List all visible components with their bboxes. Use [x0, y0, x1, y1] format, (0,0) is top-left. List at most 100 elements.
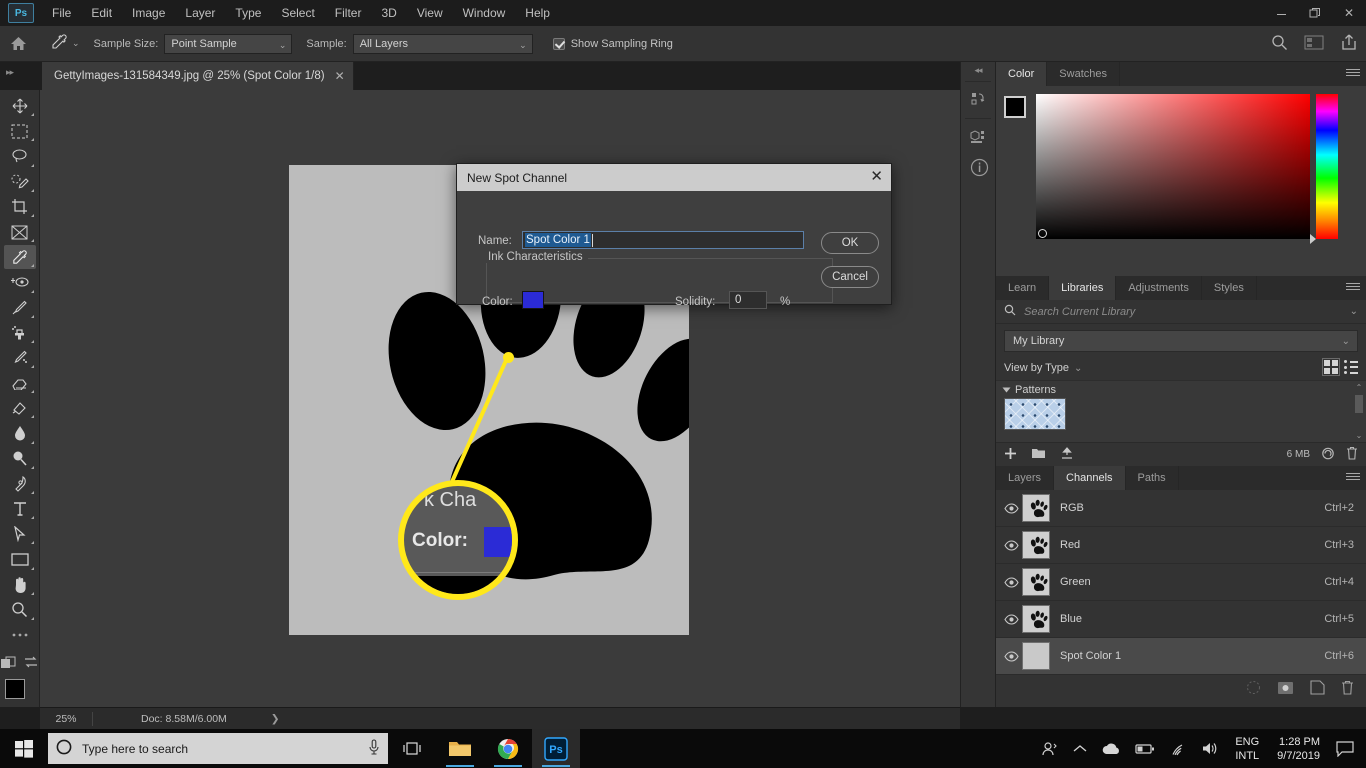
foreground-color-swatch[interactable]: [1004, 96, 1026, 118]
tab-channels[interactable]: Channels: [1054, 466, 1126, 490]
disclosure-triangle-icon[interactable]: [1002, 387, 1011, 393]
home-icon[interactable]: [0, 26, 36, 62]
more-tools[interactable]: [4, 623, 36, 647]
info-icon[interactable]: [961, 152, 997, 182]
quick-selection-tool[interactable]: [4, 170, 36, 194]
pen-tool[interactable]: [4, 472, 36, 496]
color-field[interactable]: [1036, 94, 1310, 239]
clone-stamp-tool[interactable]: [4, 321, 36, 345]
tab-paths[interactable]: Paths: [1126, 466, 1179, 490]
eye-icon[interactable]: [1000, 613, 1022, 625]
search-icon[interactable]: [1271, 34, 1288, 54]
tabbar-left-arrows[interactable]: ▸▸: [6, 67, 14, 78]
upload-icon[interactable]: [1060, 446, 1074, 463]
tab-styles[interactable]: Styles: [1202, 276, 1257, 300]
eye-icon[interactable]: [1000, 539, 1022, 551]
menu-3d[interactable]: 3D: [371, 2, 406, 24]
save-selection-icon[interactable]: [1277, 681, 1294, 698]
menu-type[interactable]: Type: [225, 2, 271, 24]
language-indicator[interactable]: ENG INTL: [1227, 735, 1267, 763]
rectangular-marquee-tool[interactable]: [4, 119, 36, 143]
gradient-tool[interactable]: [4, 396, 36, 420]
tab-adjustments[interactable]: Adjustments: [1116, 276, 1202, 300]
windows-start-icon[interactable]: [0, 729, 48, 768]
onedrive-cloud-icon[interactable]: [1095, 729, 1127, 768]
file-explorer-icon[interactable]: [436, 729, 484, 768]
foreground-color-swatch[interactable]: [4, 679, 25, 700]
cancel-button[interactable]: Cancel: [821, 266, 879, 288]
menu-view[interactable]: View: [407, 2, 453, 24]
sample-size-select[interactable]: Point Sample ⌄: [164, 33, 293, 54]
sample-select[interactable]: All Layers ⌄: [352, 33, 533, 54]
solidity-input[interactable]: 0: [729, 291, 767, 309]
eye-icon[interactable]: [1000, 576, 1022, 588]
close-icon[interactable]: ✕: [335, 69, 345, 83]
history-icon[interactable]: [961, 85, 997, 115]
menu-window[interactable]: Window: [453, 2, 516, 24]
color-swatch-button[interactable]: [522, 291, 544, 309]
dodge-tool[interactable]: [4, 447, 36, 471]
list-view-icon[interactable]: [1344, 360, 1358, 374]
photoshop-icon[interactable]: Ps: [532, 729, 580, 768]
channel-row[interactable]: Red Ctrl+3: [996, 527, 1366, 564]
eraser-tool[interactable]: [4, 371, 36, 395]
menu-file[interactable]: File: [42, 2, 81, 24]
frame-tool[interactable]: [4, 220, 36, 244]
channel-row[interactable]: Green Ctrl+4: [996, 564, 1366, 601]
chevron-down-icon[interactable]: ⌄: [1350, 306, 1358, 317]
menu-help[interactable]: Help: [515, 2, 560, 24]
library-group-patterns[interactable]: Patterns: [996, 381, 1366, 398]
library-pattern-thumbnail[interactable]: [1004, 398, 1066, 430]
close-icon[interactable]: ✕: [870, 168, 883, 186]
panel-menu-icon[interactable]: [1346, 471, 1360, 482]
taskbar-search-box[interactable]: Type here to search: [48, 733, 388, 764]
delete-channel-icon[interactable]: [1341, 680, 1354, 698]
ok-button[interactable]: OK: [821, 232, 879, 254]
screen-mode-icon[interactable]: [23, 656, 39, 673]
view-by-label[interactable]: View by Type: [1004, 362, 1069, 374]
new-channel-icon[interactable]: [1310, 680, 1325, 698]
rail-collapse-arrows[interactable]: ◂◂: [961, 62, 995, 78]
close-button[interactable]: ✕: [1332, 0, 1366, 26]
3d-icon[interactable]: [961, 122, 997, 152]
eyedropper-icon[interactable]: [50, 33, 68, 54]
eye-icon[interactable]: [1000, 650, 1022, 662]
tab-libraries[interactable]: Libraries: [1049, 276, 1117, 300]
share-icon[interactable]: [1340, 33, 1358, 54]
library-scrollbar[interactable]: ⌃ ⌄: [1354, 383, 1364, 440]
panel-menu-icon[interactable]: [1346, 67, 1360, 78]
zoom-level[interactable]: 25%: [40, 713, 92, 725]
crop-tool[interactable]: [4, 195, 36, 219]
menu-select[interactable]: Select: [271, 2, 324, 24]
menu-layer[interactable]: Layer: [175, 2, 225, 24]
rectangle-tool[interactable]: [4, 547, 36, 571]
clock[interactable]: 1:28 PM 9/7/2019: [1269, 735, 1328, 763]
chevron-down-icon[interactable]: ⌄: [1074, 363, 1082, 374]
type-tool[interactable]: [4, 497, 36, 521]
path-selection-tool[interactable]: [4, 522, 36, 546]
chevron-up-icon[interactable]: [1067, 729, 1093, 768]
cloud-icon[interactable]: [1320, 447, 1336, 463]
lasso-tool[interactable]: [4, 144, 36, 168]
quick-mask-icon[interactable]: [0, 656, 17, 673]
history-brush-tool[interactable]: [4, 346, 36, 370]
library-select[interactable]: My Library ⌄: [1004, 330, 1358, 352]
scroll-down-icon[interactable]: ⌄: [1354, 431, 1364, 440]
color-panel-swatches[interactable]: [1004, 96, 1038, 130]
channel-row[interactable]: Spot Color 1 Ctrl+6: [996, 638, 1366, 675]
channel-row[interactable]: RGB Ctrl+2: [996, 490, 1366, 527]
minimize-button[interactable]: [1264, 0, 1298, 26]
load-selection-icon[interactable]: [1246, 680, 1261, 698]
menu-image[interactable]: Image: [122, 2, 175, 24]
wifi-icon[interactable]: [1163, 729, 1193, 768]
people-icon[interactable]: [1035, 729, 1065, 768]
foreground-background-swatches[interactable]: [4, 679, 35, 710]
menu-edit[interactable]: Edit: [81, 2, 122, 24]
name-input[interactable]: Spot Color 1: [522, 231, 804, 249]
brush-tool[interactable]: [4, 296, 36, 320]
eye-icon[interactable]: [1000, 502, 1022, 514]
tool-preset-chevron-icon[interactable]: ⌄: [72, 38, 80, 49]
restore-button[interactable]: [1298, 0, 1332, 26]
delete-icon[interactable]: [1346, 446, 1358, 463]
scroll-up-icon[interactable]: ⌃: [1354, 383, 1364, 392]
